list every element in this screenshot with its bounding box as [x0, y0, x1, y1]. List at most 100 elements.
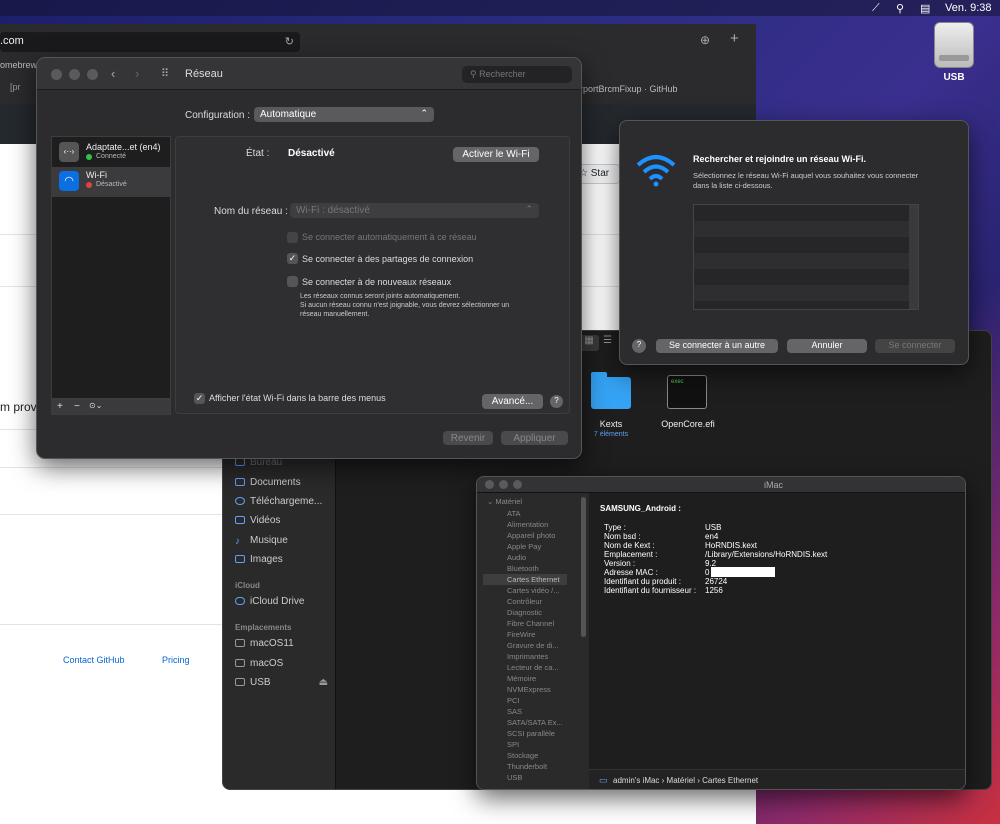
network-list[interactable]: [693, 204, 919, 310]
grid-icon[interactable]: ⠿: [161, 67, 169, 80]
sidebar-item[interactable]: USB: [507, 773, 522, 782]
sidebar-item-music[interactable]: ♪ Musique: [235, 535, 288, 547]
gear-icon[interactable]: ⊙⌄: [89, 401, 102, 410]
sidebar-item[interactable]: SCSI parallèle: [507, 729, 555, 738]
connect-button[interactable]: Se connecter: [875, 339, 955, 353]
network-name-select[interactable]: Wi-Fi : désactivé: [290, 203, 539, 218]
service-item-wifi[interactable]: ◠ Wi-Fi Désactivé: [52, 167, 170, 197]
minimize-button[interactable]: [69, 69, 80, 80]
hotspot-label: Se connecter à des partages de connexion: [302, 254, 474, 264]
title-bar: iMac: [477, 477, 965, 493]
pricing-link[interactable]: Pricing: [162, 655, 190, 665]
control-center-icon[interactable]: ▤: [920, 2, 930, 15]
sidebar-item[interactable]: Thunderbolt: [507, 762, 547, 771]
sidebar-item-documents[interactable]: Documents: [235, 477, 301, 488]
service-item-ethernet[interactable]: ‹··› Adaptate...et (en4) Connecté: [52, 139, 170, 169]
list-row[interactable]: [694, 285, 909, 301]
sidebar-item[interactable]: Gravure de di...: [507, 641, 559, 650]
search-icon[interactable]: ⚲: [896, 2, 904, 15]
hotspot-checkbox[interactable]: ✓: [287, 253, 298, 264]
sidebar-item[interactable]: SATA/SATA Ex...: [507, 718, 563, 727]
file-name: OpenCore.efi: [661, 419, 715, 429]
grid-view-icon[interactable]: ▦: [579, 335, 599, 351]
back-icon[interactable]: ‹: [111, 66, 115, 81]
sidebar-item-macos[interactable]: macOS: [235, 658, 283, 669]
sidebar-item[interactable]: Contrôleur: [507, 597, 542, 606]
sidebar-item[interactable]: ATA: [507, 509, 520, 518]
search-input[interactable]: ⚲ Rechercher: [462, 66, 572, 83]
forward-icon[interactable]: ›: [135, 66, 139, 81]
sidebar-item-downloads[interactable]: Téléchargeme...: [235, 496, 322, 507]
status-dot-red: [86, 182, 92, 188]
sidebar-item[interactable]: Appareil photo: [507, 531, 555, 540]
connect-other-button[interactable]: Se connecter à un autre: [656, 339, 778, 353]
usb-drive-icon[interactable]: [934, 22, 974, 68]
list-row[interactable]: [694, 221, 909, 237]
list-row[interactable]: [694, 253, 909, 269]
close-button[interactable]: [485, 480, 494, 489]
remove-service-button[interactable]: −: [74, 401, 80, 412]
contact-github-link[interactable]: Contact GitHub: [63, 655, 125, 665]
download-icon[interactable]: ⊕: [700, 33, 710, 47]
sidebar-item-usb[interactable]: USB ⏏: [235, 677, 328, 688]
configuration-select[interactable]: Automatique: [254, 107, 434, 122]
close-button[interactable]: [51, 69, 62, 80]
sidebar-item[interactable]: Mémoire: [507, 674, 536, 683]
add-service-button[interactable]: +: [57, 401, 63, 412]
search-placeholder: Rechercher: [479, 69, 526, 79]
section-header[interactable]: ⌄ Matériel: [487, 497, 522, 506]
sidebar-item[interactable]: Alimentation: [507, 520, 548, 529]
scrollbar[interactable]: [909, 205, 918, 309]
sidebar-label: Téléchargeme...: [250, 496, 323, 507]
sidebar-item[interactable]: Lecteur de ca...: [507, 663, 559, 672]
info-key: Nom de Kext :: [604, 541, 655, 550]
sidebar-item[interactable]: Audio: [507, 553, 526, 562]
sidebar-item[interactable]: Imprimantes: [507, 652, 548, 661]
help-button[interactable]: ?: [632, 339, 646, 353]
sidebar-item-macos11[interactable]: macOS11: [235, 638, 294, 649]
info-value: 26724: [705, 577, 728, 586]
sidebar-item-icloud-drive[interactable]: iCloud Drive: [235, 596, 304, 607]
sidebar-item[interactable]: SAS: [507, 707, 522, 716]
sidebar-item-images[interactable]: Images: [235, 554, 283, 565]
tab-github[interactable]: rportBrcmFixup · GitHub: [580, 84, 678, 102]
minimize-button[interactable]: [499, 480, 508, 489]
wifi-off-icon[interactable]: ⟋: [872, 2, 880, 15]
apply-button[interactable]: Appliquer: [501, 431, 568, 445]
file-count: 7 éléments: [593, 431, 629, 438]
sidebar-item-videos[interactable]: Vidéos: [235, 515, 280, 526]
show-wifi-status-checkbox[interactable]: ✓: [194, 393, 205, 404]
sidebar-item[interactable]: Cartes vidéo /...: [507, 586, 560, 595]
executable-icon[interactable]: exec: [667, 375, 707, 409]
cancel-button[interactable]: Annuler: [787, 339, 867, 353]
activate-wifi-button[interactable]: Activer le Wi-Fi: [453, 147, 539, 162]
new-tab-icon[interactable]: +: [730, 30, 739, 47]
eject-icon[interactable]: ⏏: [319, 677, 328, 688]
tab-homebrew[interactable]: omebrew: [0, 60, 37, 78]
menubar-clock[interactable]: Ven. 9:38: [945, 2, 992, 14]
sidebar-item[interactable]: Fibre Channel: [507, 619, 554, 628]
zoom-button[interactable]: [87, 69, 98, 80]
folder-icon[interactable]: [591, 372, 631, 409]
service-status: Désactivé: [96, 181, 127, 188]
auto-join-checkbox[interactable]: [287, 232, 298, 243]
sidebar-item[interactable]: Stockage: [507, 751, 538, 760]
sidebar-item[interactable]: Diagnostic: [507, 608, 542, 617]
help-button[interactable]: ?: [550, 395, 563, 408]
sidebar-item[interactable]: SPI: [507, 740, 519, 749]
zoom-button[interactable]: [513, 480, 522, 489]
sidebar-item[interactable]: PCI: [507, 696, 520, 705]
scrollbar[interactable]: [581, 497, 586, 637]
sidebar-item-selected[interactable]: Cartes Ethernet: [507, 575, 560, 584]
sidebar-item[interactable]: Apple Pay: [507, 542, 541, 551]
sidebar-item[interactable]: FireWire: [507, 630, 535, 639]
reload-icon[interactable]: ↻: [285, 35, 294, 48]
tab-pr[interactable]: [pr: [10, 82, 21, 100]
sidebar-item[interactable]: NVMExpress: [507, 685, 551, 694]
list-view-icon[interactable]: ☰: [603, 335, 612, 346]
advanced-button[interactable]: Avancé...: [482, 394, 543, 409]
address-bar[interactable]: .com ↻: [0, 32, 300, 52]
new-networks-checkbox[interactable]: [287, 276, 298, 287]
sidebar-item[interactable]: Bluetooth: [507, 564, 539, 573]
revert-button[interactable]: Revenir: [443, 431, 493, 445]
